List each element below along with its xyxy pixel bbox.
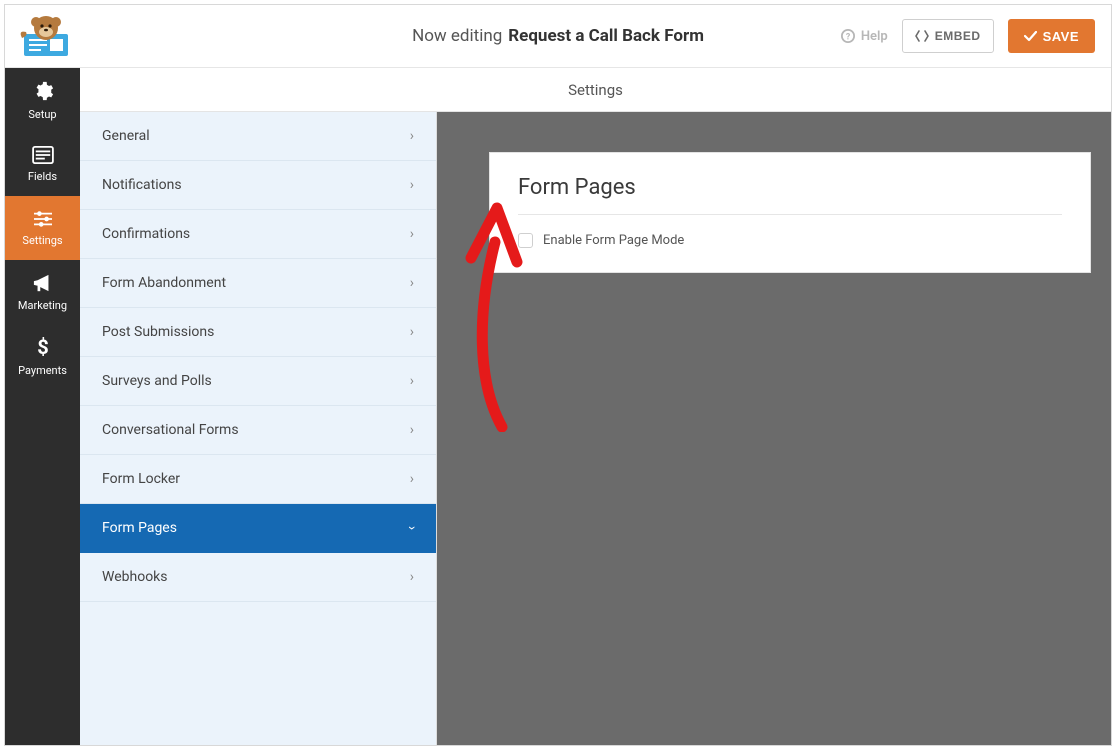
svg-text:?: ? [846, 33, 851, 43]
gear-icon [32, 80, 54, 102]
embed-button[interactable]: EMBED [902, 19, 994, 53]
app-logo [5, 5, 87, 68]
sidebar-item-settings[interactable]: Settings [5, 196, 80, 260]
primary-sidebar: Setup Fields Settings Marketing [5, 68, 80, 745]
code-icon [915, 30, 929, 42]
topbar: Now editing Request a Call Back Form ? H… [5, 5, 1111, 68]
sliders-icon [32, 210, 54, 228]
sidebar-label: Payments [18, 364, 67, 377]
sidebar-item-fields[interactable]: Fields [5, 132, 80, 196]
checkbox-label: Enable Form Page Mode [543, 233, 684, 248]
subnav-label: Notifications [102, 177, 182, 193]
sidebar-item-setup[interactable]: Setup [5, 68, 80, 132]
chevron-right-icon: › [410, 422, 414, 438]
save-button[interactable]: SAVE [1008, 19, 1095, 53]
check-icon [1024, 31, 1037, 42]
help-icon: ? [841, 29, 855, 43]
subnav-item-form-abandonment[interactable]: Form Abandonment › [80, 259, 436, 308]
panel-heading: Form Pages [518, 175, 1062, 215]
chevron-right-icon: › [410, 226, 414, 242]
subnav-item-general[interactable]: General › [80, 112, 436, 161]
subnav-item-surveys-and-polls[interactable]: Surveys and Polls › [80, 357, 436, 406]
megaphone-icon [32, 273, 54, 293]
subnav-label: Form Locker [102, 471, 180, 487]
sidebar-label: Settings [22, 234, 62, 247]
help-link[interactable]: ? Help [841, 29, 888, 44]
help-label: Help [861, 29, 888, 44]
fields-icon [32, 146, 54, 164]
subnav-label: General [102, 128, 150, 144]
form-name: Request a Call Back Form [508, 26, 704, 46]
chevron-right-icon: › [410, 128, 414, 144]
chevron-right-icon: › [410, 373, 414, 389]
svg-text:$: $ [37, 336, 48, 358]
top-actions: ? Help EMBED SAVE [841, 19, 1095, 53]
chevron-right-icon: › [410, 275, 414, 291]
subnav-item-notifications[interactable]: Notifications › [80, 161, 436, 210]
save-label: SAVE [1043, 29, 1079, 44]
sidebar-item-payments[interactable]: $ Payments [5, 324, 80, 388]
sidebar-label: Setup [28, 108, 56, 121]
editing-prefix: Now editing [412, 26, 502, 46]
subnav-label: Form Pages [102, 520, 177, 536]
sidebar-label: Fields [28, 170, 57, 183]
sidebar-label: Marketing [18, 299, 67, 312]
subnav-item-form-locker[interactable]: Form Locker › [80, 455, 436, 504]
subnav-item-webhooks[interactable]: Webhooks › [80, 553, 436, 602]
chevron-right-icon: › [410, 569, 414, 585]
page-title-bar: Settings [80, 68, 1111, 112]
subnav-label: Form Abandonment [102, 275, 226, 291]
page-title: Settings [568, 81, 623, 99]
chevron-right-icon: › [410, 177, 414, 193]
sidebar-item-marketing[interactable]: Marketing [5, 260, 80, 324]
embed-label: EMBED [935, 29, 981, 43]
enable-form-page-mode-checkbox[interactable] [518, 233, 533, 248]
dollar-icon: $ [35, 336, 51, 358]
chevron-right-icon: › [410, 324, 414, 340]
chevron-down-icon: › [404, 526, 420, 530]
subnav-item-post-submissions[interactable]: Post Submissions › [80, 308, 436, 357]
chevron-right-icon: › [410, 471, 414, 487]
subnav-item-form-pages[interactable]: Form Pages › [80, 504, 436, 553]
subnav-label: Surveys and Polls [102, 373, 212, 389]
subnav-item-confirmations[interactable]: Confirmations › [80, 210, 436, 259]
settings-subnav: General › Notifications › Confirmations … [80, 112, 437, 745]
subnav-label: Post Submissions [102, 324, 214, 340]
subnav-label: Conversational Forms [102, 422, 239, 438]
subnav-label: Confirmations [102, 226, 190, 242]
form-pages-panel: Form Pages Enable Form Page Mode [489, 152, 1091, 273]
main-canvas: Form Pages Enable Form Page Mode [437, 112, 1111, 745]
enable-form-page-mode-row: Enable Form Page Mode [518, 233, 1062, 248]
subnav-label: Webhooks [102, 569, 168, 585]
subnav-item-conversational-forms[interactable]: Conversational Forms › [80, 406, 436, 455]
